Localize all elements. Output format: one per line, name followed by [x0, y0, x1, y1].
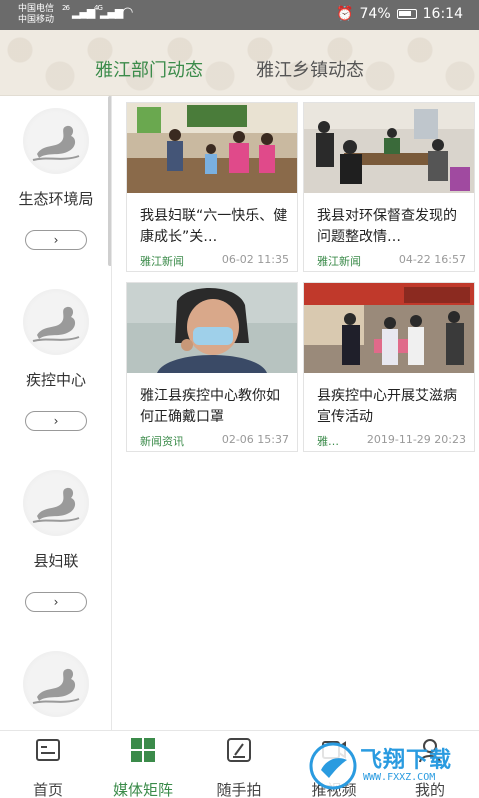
nav-media-matrix[interactable]: 媒体矩阵	[98, 737, 188, 798]
carrier-2: 中国移动	[18, 15, 55, 25]
department-logo-icon	[23, 470, 89, 536]
sidebar-scrollbar[interactable]	[108, 96, 111, 266]
chevron-right-icon[interactable]: ›	[25, 411, 87, 431]
news-title: 我县对环保督查发现的问题整改情…	[317, 208, 457, 245]
network-type-1: 26	[62, 4, 70, 12]
carrier-1: 中国电信	[18, 4, 55, 14]
status-bar: 中国电信 中国移动 26 ▂▄▆ 4G ▂▄▆ ◠ ⏰ 74% 16:14	[0, 0, 479, 30]
carrier-info: 中国电信 中国移动	[18, 4, 54, 26]
sidebar-item-label: 疾控中心	[25, 371, 86, 389]
department-logo-icon	[23, 651, 89, 717]
alarm-icon: ⏰	[336, 6, 354, 22]
news-title: 我县妇联“六一快乐、健康成长”关…	[140, 208, 288, 245]
home-icon	[36, 739, 60, 761]
clock: 16:14	[422, 6, 463, 22]
department-logo-icon	[23, 289, 89, 355]
nav-label: 媒体矩阵	[112, 781, 173, 798]
tab-department-news[interactable]: 雅江部门动态	[95, 56, 203, 82]
sidebar[interactable]: 生态环境局 › 疾控中心 › 县妇联 ›	[0, 96, 112, 730]
watermark-url: WWW.FXXZ.COM	[363, 772, 436, 783]
news-time: 2019-11-29 20:23	[366, 433, 466, 446]
news-grid: 我县妇联“六一快乐、健康成长”关… 雅江新闻 06-02 11:35 我县对环保…	[113, 96, 479, 730]
wifi-icon: ◠	[122, 5, 133, 20]
nav-home[interactable]: 首页	[3, 737, 93, 798]
news-card[interactable]: 我县妇联“六一快乐、健康成长”关… 雅江新闻 06-02 11:35	[126, 102, 298, 272]
sidebar-item-label: 生态环境局	[18, 190, 94, 208]
nav-label: 随手拍	[216, 781, 262, 798]
news-card[interactable]: 县疾控中心开展艾滋病宣传活动 雅… 2019-11-29 20:23	[303, 282, 475, 452]
news-thumbnail	[304, 103, 474, 193]
news-thumbnail	[127, 103, 297, 193]
news-title: 雅江县疾控中心教你如何正确戴口罩	[140, 388, 280, 425]
header-tabs: 雅江部门动态 雅江乡镇动态	[0, 30, 479, 96]
chevron-right-icon[interactable]: ›	[25, 592, 87, 612]
news-card[interactable]: 雅江县疾控中心教你如何正确戴口罩 新闻资讯 02-06 15:37	[126, 282, 298, 452]
status-right: ⏰ 74% 16:14	[336, 6, 463, 22]
news-thumbnail	[304, 283, 474, 373]
news-thumbnail	[127, 283, 297, 373]
news-time: 02-06 15:37	[221, 433, 289, 446]
news-source: 雅江新闻	[317, 255, 361, 268]
news-source: 雅江新闻	[140, 255, 184, 268]
sidebar-item-label: 县妇联	[33, 552, 79, 570]
nav-label: 首页	[32, 781, 63, 798]
tab-township-news[interactable]: 雅江乡镇动态	[256, 56, 364, 82]
signal-icon-2: ▂▄▆	[100, 6, 123, 19]
signal-icon-1: ▂▄▆	[72, 6, 95, 19]
nav-snapshot[interactable]: 随手拍	[194, 737, 284, 798]
news-title: 县疾控中心开展艾滋病宣传活动	[317, 388, 457, 425]
edit-icon	[227, 738, 251, 762]
department-logo-icon	[23, 108, 89, 174]
news-source: 新闻资讯	[140, 435, 184, 448]
watermark-text: 飞翔下载	[360, 748, 453, 773]
watermark-icon	[309, 742, 357, 790]
news-time: 06-02 11:35	[221, 253, 289, 266]
battery-percent: 74%	[359, 6, 391, 22]
grid-icon	[131, 738, 155, 762]
news-time: 04-22 16:57	[398, 253, 466, 266]
battery-icon	[396, 9, 417, 19]
news-card[interactable]: 我县对环保督查发现的问题整改情… 雅江新闻 04-22 16:57	[303, 102, 475, 272]
chevron-right-icon[interactable]: ›	[25, 230, 87, 250]
news-source: 雅…	[317, 435, 339, 448]
watermark-logo: 飞翔下载 WWW.FXXZ.COM	[305, 738, 475, 794]
